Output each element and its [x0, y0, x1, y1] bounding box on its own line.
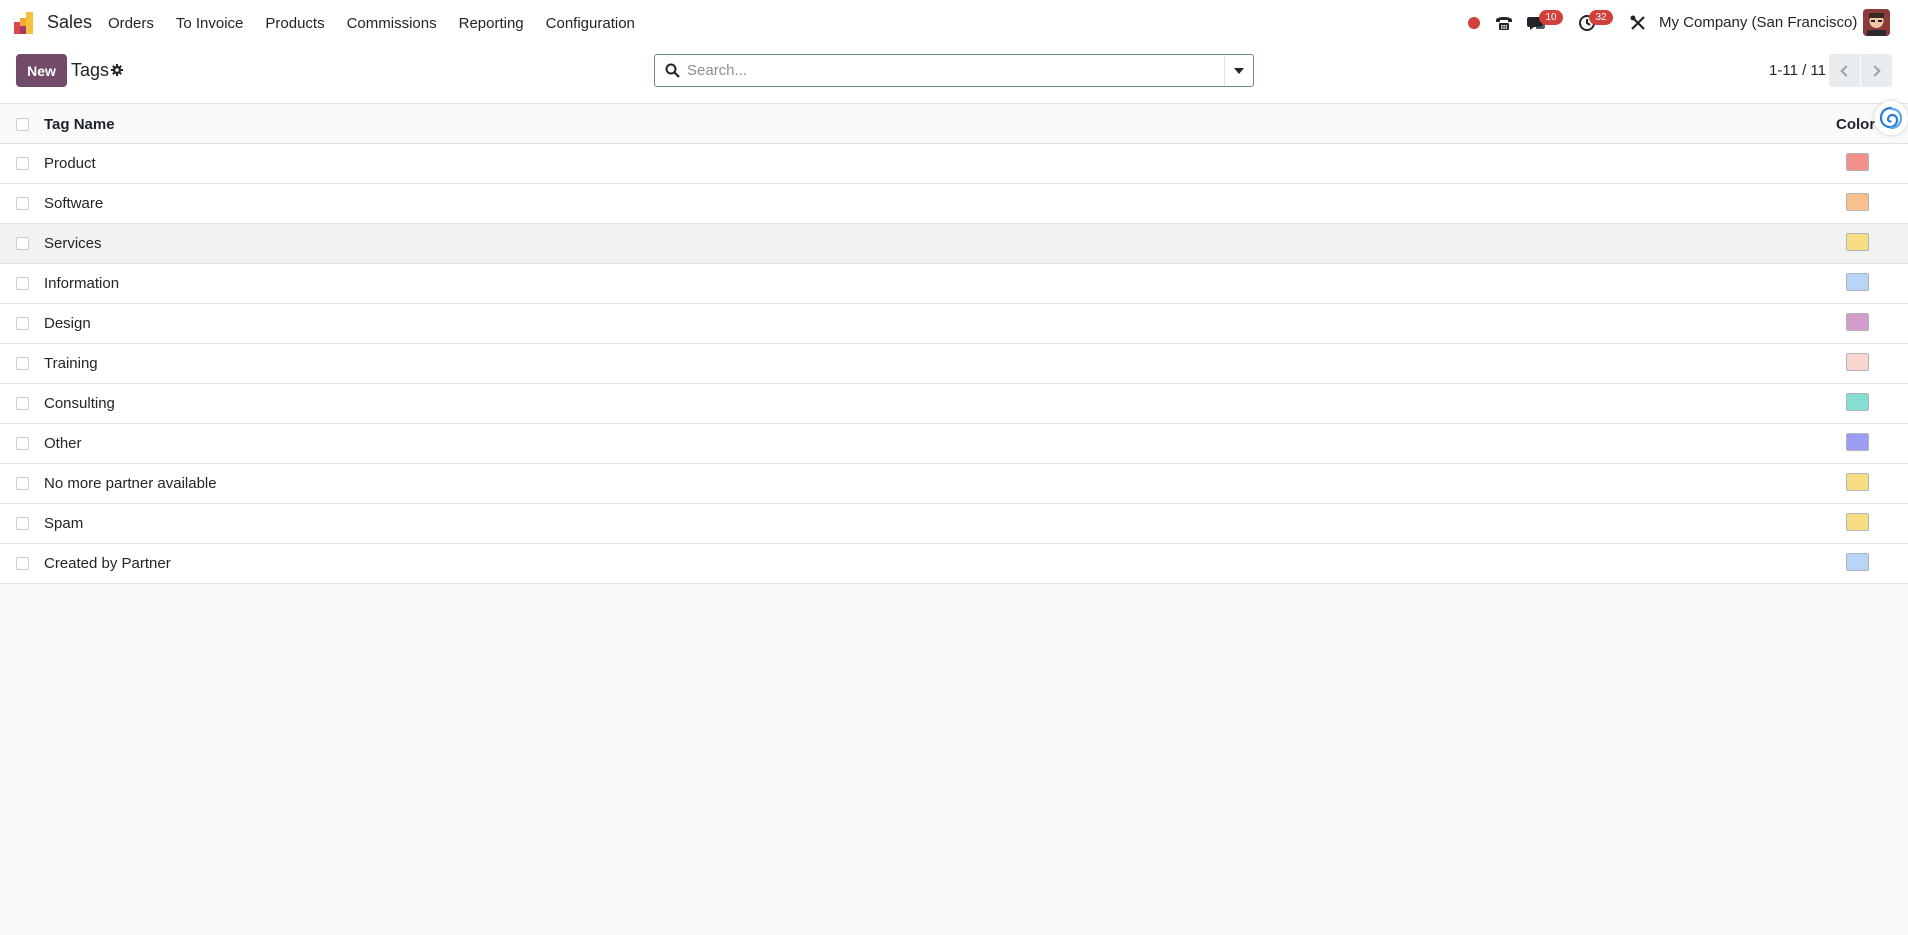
tag-name-cell: Consulting [44, 395, 115, 412]
tag-name-cell: Software [44, 195, 104, 212]
list-body: Product Software Services Information Design… [0, 144, 1908, 584]
chevron-left-icon [1840, 64, 1852, 77]
menu-orders[interactable]: Orders [97, 15, 165, 32]
search-box [654, 54, 1254, 87]
gear-icon[interactable] [111, 64, 123, 76]
row-checkbox[interactable] [16, 517, 29, 530]
color-swatch[interactable] [1846, 233, 1869, 251]
tag-name-cell: Product [44, 155, 96, 172]
row-checkbox[interactable] [16, 477, 29, 490]
tags-list: Tag Name Color Product Software Services In… [0, 104, 1908, 584]
color-swatch[interactable] [1846, 513, 1869, 531]
messages-count-badge: 10 [1539, 10, 1563, 25]
search-options-toggle[interactable] [1224, 55, 1253, 86]
row-checkbox[interactable] [16, 357, 29, 370]
color-swatch[interactable] [1846, 433, 1869, 451]
tag-name-cell: No more partner available [44, 475, 217, 492]
pager-next-button[interactable] [1861, 54, 1892, 87]
pager-value[interactable]: 1-11 / 11 [1769, 62, 1826, 79]
row-checkbox[interactable] [16, 197, 29, 210]
column-header-color[interactable]: Color [1836, 116, 1875, 133]
menu-reporting[interactable]: Reporting [448, 15, 535, 32]
tag-name-cell: Created by Partner [44, 555, 171, 572]
search-icon [665, 63, 680, 78]
activities-count-badge: 32 [1589, 10, 1613, 25]
table-row[interactable]: Software [0, 184, 1908, 224]
phone-icon[interactable] [1494, 13, 1514, 33]
color-swatch[interactable] [1846, 473, 1869, 491]
tag-name-cell: Services [44, 235, 102, 252]
table-row[interactable]: Design [0, 304, 1908, 344]
color-swatch[interactable] [1846, 353, 1869, 371]
row-checkbox[interactable] [16, 397, 29, 410]
menu-to-invoice[interactable]: To Invoice [165, 15, 255, 32]
control-panel: New Tags 1-11 / 11 [0, 46, 1908, 104]
color-swatch[interactable] [1846, 153, 1869, 171]
tag-name-cell: Other [44, 435, 82, 452]
row-checkbox[interactable] [16, 277, 29, 290]
assistant-icon[interactable] [1874, 101, 1908, 135]
color-swatch[interactable] [1846, 393, 1869, 411]
color-swatch[interactable] [1846, 193, 1869, 211]
table-row[interactable]: Other [0, 424, 1908, 464]
column-header-tag-name[interactable]: Tag Name [44, 116, 115, 133]
row-checkbox[interactable] [16, 237, 29, 250]
list-header: Tag Name Color [0, 104, 1908, 144]
new-button[interactable]: New [16, 54, 67, 87]
main-menu: Orders To Invoice Products Commissions R… [97, 0, 646, 46]
table-row[interactable]: Services [0, 224, 1908, 264]
table-row[interactable]: Spam [0, 504, 1908, 544]
row-checkbox[interactable] [16, 157, 29, 170]
tag-name-cell: Information [44, 275, 120, 292]
table-row[interactable]: Product [0, 144, 1908, 184]
debug-tools-icon[interactable] [1628, 13, 1648, 33]
table-row[interactable]: Information [0, 264, 1908, 304]
tag-name-cell: Design [44, 315, 91, 332]
row-checkbox[interactable] [16, 557, 29, 570]
tag-name-cell: Spam [44, 515, 84, 532]
tag-name-cell: Training [44, 355, 98, 372]
table-row[interactable]: Consulting [0, 384, 1908, 424]
page-title: Tags [71, 60, 110, 80]
chevron-right-icon [1869, 64, 1881, 77]
table-row[interactable]: Training [0, 344, 1908, 384]
color-swatch[interactable] [1846, 553, 1869, 571]
row-checkbox[interactable] [16, 317, 29, 330]
sales-app-logo-icon[interactable] [14, 12, 38, 34]
company-switcher[interactable]: My Company (San Francisco) [1659, 14, 1857, 31]
top-navbar: Sales Orders To Invoice Products Commiss… [0, 0, 1908, 46]
user-avatar[interactable] [1863, 9, 1890, 36]
row-checkbox[interactable] [16, 437, 29, 450]
menu-configuration[interactable]: Configuration [535, 15, 646, 32]
app-name[interactable]: Sales [47, 12, 92, 33]
pager-previous-button[interactable] [1829, 54, 1860, 87]
menu-commissions[interactable]: Commissions [336, 15, 448, 32]
menu-products[interactable]: Products [254, 15, 335, 32]
caret-down-icon [1234, 67, 1244, 74]
table-row[interactable]: No more partner available [0, 464, 1908, 504]
search-input[interactable] [687, 56, 1207, 85]
color-swatch[interactable] [1846, 313, 1869, 331]
color-swatch[interactable] [1846, 273, 1869, 291]
select-all-checkbox[interactable] [16, 118, 29, 131]
table-row[interactable]: Created by Partner [0, 544, 1908, 584]
recording-dot-icon[interactable] [1464, 13, 1484, 33]
